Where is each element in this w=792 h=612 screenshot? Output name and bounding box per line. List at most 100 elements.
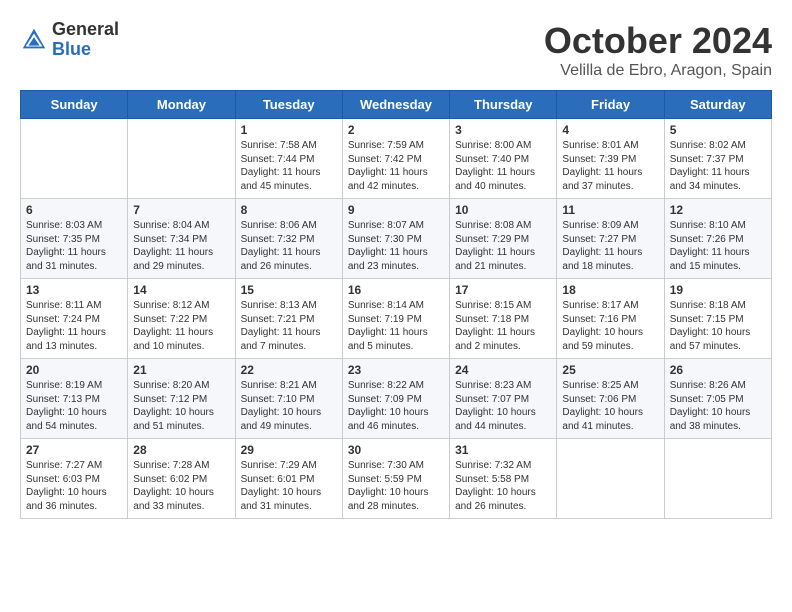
day-number: 18 [562, 283, 658, 297]
location-title: Velilla de Ebro, Aragon, Spain [544, 62, 772, 80]
cell-info: Sunrise: 8:06 AMSunset: 7:32 PMDaylight:… [241, 219, 337, 273]
day-number: 2 [348, 123, 444, 137]
weekday-header-wednesday: Wednesday [342, 91, 449, 119]
day-number: 11 [562, 203, 658, 217]
logo: General Blue [20, 20, 119, 60]
day-number: 22 [241, 363, 337, 377]
calendar-cell: 22 Sunrise: 8:21 AMSunset: 7:10 PMDayligh… [235, 359, 342, 439]
week-row-3: 13Sunrise: 8:11 AMSunset: 7:24 PMDayligh… [21, 279, 772, 359]
calendar-cell: 19 Sunrise: 8:18 AMSunset: 7:15 PMDayligh… [664, 279, 771, 359]
calendar-cell: 30 Sunrise: 7:30 AMSunset: 5:59 PMDayligh… [342, 439, 449, 519]
day-number: 26 [670, 363, 766, 377]
calendar-cell [557, 439, 664, 519]
calendar-cell: 18 Sunrise: 8:17 AMSunset: 7:16 PMDayligh… [557, 279, 664, 359]
cell-info: Sunrise: 8:21 AMSunset: 7:10 PMDaylight:… [241, 379, 337, 433]
cell-info: Sunrise: 8:25 AMSunset: 7:06 PMDaylight:… [562, 379, 658, 433]
calendar-cell: 26 Sunrise: 8:26 AMSunset: 7:05 PMDayligh… [664, 359, 771, 439]
day-number: 15 [241, 283, 337, 297]
weekday-header-sunday: Sunday [21, 91, 128, 119]
week-row-5: 27 Sunrise: 7:27 AMSunset: 6:03 PMDayligh… [21, 439, 772, 519]
day-number: 27 [26, 443, 122, 457]
cell-info: Sunrise: 7:27 AMSunset: 6:03 PMDaylight:… [26, 459, 122, 513]
cell-info: Sunrise: 7:28 AMSunset: 6:02 PMDaylight:… [133, 459, 229, 513]
cell-info: Sunrise: 8:13 AMSunset: 7:21 PMDaylight:… [241, 299, 337, 353]
day-number: 19 [670, 283, 766, 297]
cell-info: Sunrise: 8:01 AMSunset: 7:39 PMDaylight:… [562, 139, 658, 193]
day-number: 16 [348, 283, 444, 297]
day-number: 25 [562, 363, 658, 377]
week-row-2: 6 Sunrise: 8:03 AMSunset: 7:35 PMDaylight… [21, 199, 772, 279]
calendar-body: 1Sunrise: 7:58 AMSunset: 7:44 PMDaylight… [21, 119, 772, 519]
logo-blue-text: Blue [52, 40, 119, 60]
week-row-1: 1Sunrise: 7:58 AMSunset: 7:44 PMDaylight… [21, 119, 772, 199]
day-number: 28 [133, 443, 229, 457]
day-number: 21 [133, 363, 229, 377]
cell-info: Sunrise: 7:30 AMSunset: 5:59 PMDaylight:… [348, 459, 444, 513]
calendar-cell: 1Sunrise: 7:58 AMSunset: 7:44 PMDaylight… [235, 119, 342, 199]
day-number: 5 [670, 123, 766, 137]
day-number: 30 [348, 443, 444, 457]
calendar-cell: 9Sunrise: 8:07 AMSunset: 7:30 PMDaylight… [342, 199, 449, 279]
calendar-cell: 6 Sunrise: 8:03 AMSunset: 7:35 PMDaylight… [21, 199, 128, 279]
day-number: 12 [670, 203, 766, 217]
cell-info: Sunrise: 7:58 AMSunset: 7:44 PMDaylight:… [241, 139, 337, 193]
calendar-cell: 23 Sunrise: 8:22 AMSunset: 7:09 PMDayligh… [342, 359, 449, 439]
calendar-cell: 15 Sunrise: 8:13 AMSunset: 7:21 PMDayligh… [235, 279, 342, 359]
week-row-4: 20Sunrise: 8:19 AMSunset: 7:13 PMDayligh… [21, 359, 772, 439]
calendar-cell: 16 Sunrise: 8:14 AMSunset: 7:19 PMDayligh… [342, 279, 449, 359]
day-number: 6 [26, 203, 122, 217]
day-number: 7 [133, 203, 229, 217]
day-number: 29 [241, 443, 337, 457]
cell-info: Sunrise: 7:59 AMSunset: 7:42 PMDaylight:… [348, 139, 444, 193]
calendar-cell: 31 Sunrise: 7:32 AMSunset: 5:58 PMDayligh… [450, 439, 557, 519]
cell-info: Sunrise: 8:04 AMSunset: 7:34 PMDaylight:… [133, 219, 229, 273]
cell-info: Sunrise: 7:29 AMSunset: 6:01 PMDaylight:… [241, 459, 337, 513]
calendar-cell: 21 Sunrise: 8:20 AMSunset: 7:12 PMDayligh… [128, 359, 235, 439]
cell-info: Sunrise: 8:22 AMSunset: 7:09 PMDaylight:… [348, 379, 444, 433]
page-header: General Blue October 2024 Velilla de Ebr… [20, 20, 772, 80]
day-number: 23 [348, 363, 444, 377]
calendar-cell: 13Sunrise: 8:11 AMSunset: 7:24 PMDayligh… [21, 279, 128, 359]
title-area: October 2024 Velilla de Ebro, Aragon, Sp… [544, 20, 772, 80]
weekday-header-tuesday: Tuesday [235, 91, 342, 119]
calendar-table: SundayMondayTuesdayWednesdayThursdayFrid… [20, 90, 772, 519]
calendar-cell [128, 119, 235, 199]
day-number: 3 [455, 123, 551, 137]
weekday-header-saturday: Saturday [664, 91, 771, 119]
day-number: 8 [241, 203, 337, 217]
cell-info: Sunrise: 8:03 AMSunset: 7:35 PMDaylight:… [26, 219, 122, 273]
cell-info: Sunrise: 8:19 AMSunset: 7:13 PMDaylight:… [26, 379, 122, 433]
cell-info: Sunrise: 8:20 AMSunset: 7:12 PMDaylight:… [133, 379, 229, 433]
cell-info: Sunrise: 8:09 AMSunset: 7:27 PMDaylight:… [562, 219, 658, 273]
calendar-cell: 8 Sunrise: 8:06 AMSunset: 7:32 PMDaylight… [235, 199, 342, 279]
calendar-cell: 10Sunrise: 8:08 AMSunset: 7:29 PMDayligh… [450, 199, 557, 279]
cell-info: Sunrise: 8:26 AMSunset: 7:05 PMDaylight:… [670, 379, 766, 433]
cell-info: Sunrise: 8:15 AMSunset: 7:18 PMDaylight:… [455, 299, 551, 353]
weekday-header-monday: Monday [128, 91, 235, 119]
weekday-header-thursday: Thursday [450, 91, 557, 119]
cell-info: Sunrise: 8:14 AMSunset: 7:19 PMDaylight:… [348, 299, 444, 353]
calendar-cell [664, 439, 771, 519]
day-number: 31 [455, 443, 551, 457]
cell-info: Sunrise: 8:08 AMSunset: 7:29 PMDaylight:… [455, 219, 551, 273]
cell-info: Sunrise: 8:02 AMSunset: 7:37 PMDaylight:… [670, 139, 766, 193]
calendar-cell: 27 Sunrise: 7:27 AMSunset: 6:03 PMDayligh… [21, 439, 128, 519]
calendar-cell: 29 Sunrise: 7:29 AMSunset: 6:01 PMDayligh… [235, 439, 342, 519]
logo-text: General Blue [52, 20, 119, 60]
calendar-cell: 12Sunrise: 8:10 AMSunset: 7:26 PMDayligh… [664, 199, 771, 279]
day-number: 17 [455, 283, 551, 297]
day-number: 14 [133, 283, 229, 297]
cell-info: Sunrise: 8:23 AMSunset: 7:07 PMDaylight:… [455, 379, 551, 433]
calendar-cell: 14Sunrise: 8:12 AMSunset: 7:22 PMDayligh… [128, 279, 235, 359]
calendar-cell: 7 Sunrise: 8:04 AMSunset: 7:34 PMDaylight… [128, 199, 235, 279]
day-number: 4 [562, 123, 658, 137]
calendar-cell: 4 Sunrise: 8:01 AMSunset: 7:39 PMDaylight… [557, 119, 664, 199]
logo-general-text: General [52, 20, 119, 40]
cell-info: Sunrise: 8:07 AMSunset: 7:30 PMDaylight:… [348, 219, 444, 273]
cell-info: Sunrise: 7:32 AMSunset: 5:58 PMDaylight:… [455, 459, 551, 513]
cell-info: Sunrise: 8:18 AMSunset: 7:15 PMDaylight:… [670, 299, 766, 353]
weekday-header-friday: Friday [557, 91, 664, 119]
cell-info: Sunrise: 8:17 AMSunset: 7:16 PMDaylight:… [562, 299, 658, 353]
calendar-cell: 20Sunrise: 8:19 AMSunset: 7:13 PMDayligh… [21, 359, 128, 439]
calendar-cell [21, 119, 128, 199]
